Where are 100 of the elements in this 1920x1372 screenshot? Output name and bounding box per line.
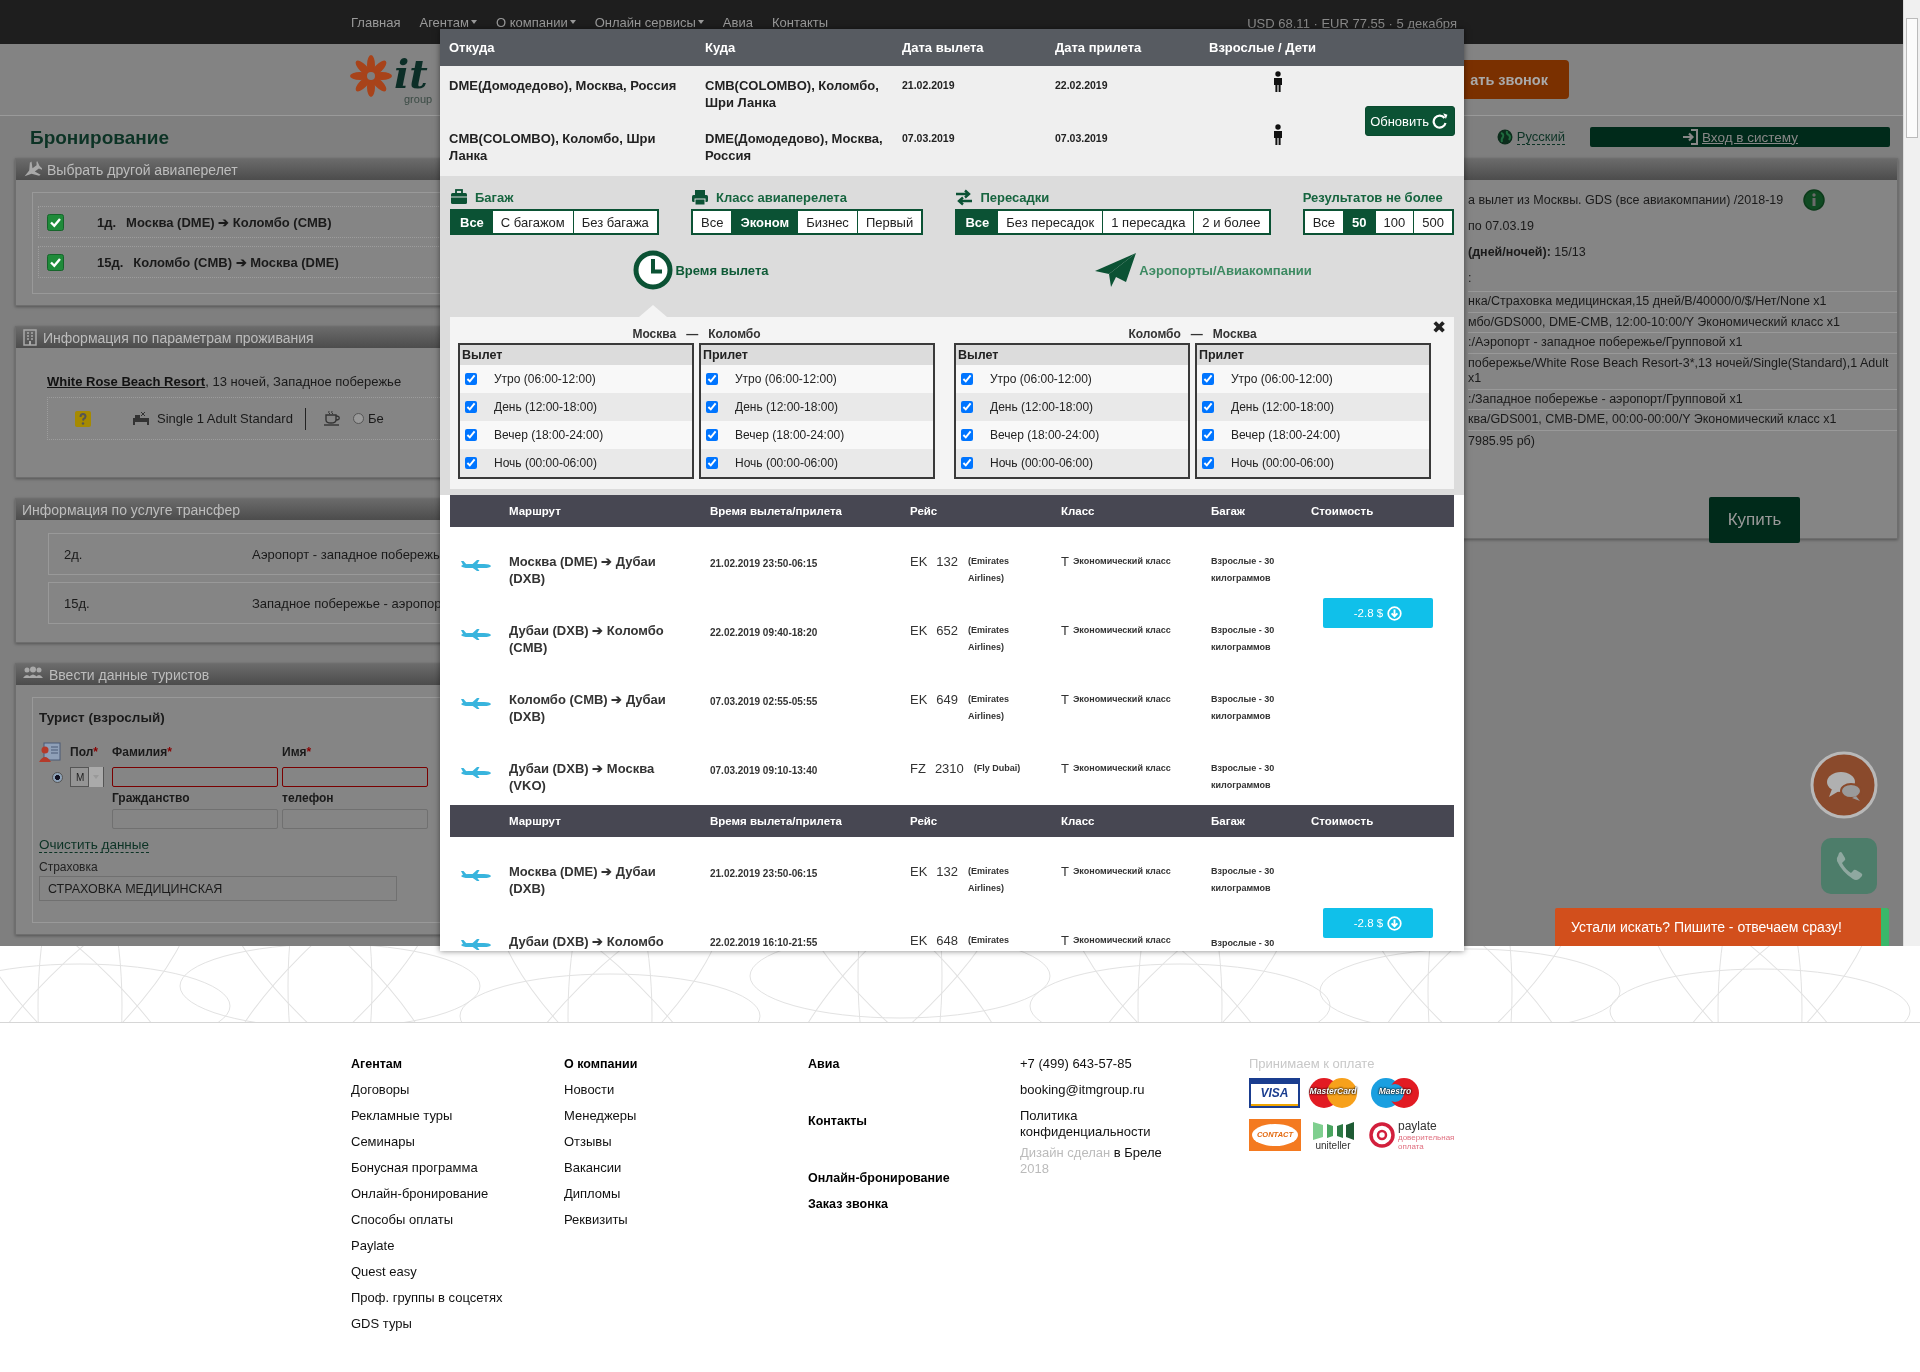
- footer-link[interactable]: Дипломы: [564, 1181, 808, 1207]
- seat-icon: [691, 188, 710, 206]
- footer-link[interactable]: Новости: [564, 1077, 808, 1103]
- flight-row[interactable]: 15д. Коломбо (CMB) ➔ Москва (DME): [38, 246, 441, 278]
- fare-code: T: [1061, 622, 1069, 639]
- carrier-code: EK: [910, 932, 928, 949]
- footer-link[interactable]: Способы оплаты: [351, 1207, 564, 1233]
- footer-link[interactable]: GDS туры: [351, 1311, 564, 1337]
- class-label: Экономический класс: [1072, 762, 1171, 775]
- airplane-icon: [460, 560, 492, 571]
- table-cell-text: 22.02.2019: [1055, 78, 1109, 93]
- scroll-thumb[interactable]: [1906, 18, 1918, 138]
- info-icon[interactable]: [1803, 189, 1826, 211]
- clear-link[interactable]: Очистить данные: [39, 837, 150, 853]
- checkbox[interactable]: [961, 401, 973, 413]
- checkbox[interactable]: [961, 373, 973, 385]
- scrollbar[interactable]: [1903, 0, 1920, 946]
- slot-label: Ночь (00:00-06:00): [494, 456, 597, 470]
- summary-text: по 07.03.19: [1468, 219, 1534, 233]
- email-link[interactable]: booking@itmgroup.ru: [1020, 1077, 1249, 1103]
- carrier-code: EK: [910, 691, 928, 708]
- download-icon: [1387, 915, 1403, 931]
- checkbox[interactable]: [706, 373, 718, 385]
- footer-link[interactable]: Онлайн-бронирование: [351, 1181, 564, 1207]
- footer-link[interactable]: Реквизиты: [564, 1207, 808, 1233]
- checkbox[interactable]: [465, 373, 477, 385]
- footer-link[interactable]: Проф. группы в соцсетях: [351, 1285, 564, 1311]
- checkbox[interactable]: [1202, 457, 1214, 469]
- checkbox[interactable]: [961, 457, 973, 469]
- insurance-field[interactable]: СТРАХОВКА МЕДИЦИНСКАЯ: [39, 876, 397, 901]
- radio-button[interactable]: [52, 771, 63, 783]
- checkbox[interactable]: [465, 401, 477, 413]
- checkbox[interactable]: [706, 457, 718, 469]
- footer-link[interactable]: Отзывы: [564, 1129, 808, 1155]
- day-label: 15д.: [97, 254, 124, 270]
- nav-link[interactable]: Агентам: [419, 14, 477, 30]
- slot-label: Ночь (00:00-06:00): [990, 456, 1093, 470]
- airline-label: (Emirates Airlines): [968, 865, 1011, 895]
- input-field[interactable]: [112, 767, 278, 787]
- person-icon: [1272, 71, 1284, 93]
- gender-select[interactable]: M: [70, 767, 104, 787]
- filter-option[interactable]: 50: [1343, 211, 1375, 233]
- nav-link[interactable]: Контакты: [771, 14, 829, 30]
- login-button[interactable]: Вход в систему: [1590, 127, 1890, 147]
- checkbox[interactable]: [961, 429, 973, 441]
- footer-heading[interactable]: Онлайн-бронирование: [808, 1165, 1020, 1191]
- transfer-arrows-icon: [955, 188, 974, 206]
- summary-text: а вылет из Москвы. GDS (все авиакомпании) /2018-19: [1468, 193, 1784, 207]
- footer-link[interactable]: Paylate: [351, 1233, 564, 1259]
- footer-heading[interactable]: О компании: [564, 1051, 808, 1077]
- checkbox[interactable]: [465, 429, 477, 441]
- buy-button[interactable]: Купить: [1709, 496, 1800, 543]
- time-label: 21.02.2019 23:50-06:15: [710, 558, 818, 569]
- footer-link[interactable]: Вакансии: [564, 1155, 808, 1181]
- footer-heading[interactable]: Авиа: [808, 1051, 1020, 1077]
- checkbox[interactable]: [1202, 429, 1214, 441]
- field-label: Гражданство: [112, 791, 191, 805]
- view-tab[interactable]: Время вылета: [633, 250, 769, 290]
- phone-link[interactable]: +7 (499) 643-57-85: [1020, 1051, 1249, 1077]
- airline-label: (Emirates Airlines): [968, 624, 1011, 654]
- footer-link[interactable]: Бонусная программа: [351, 1155, 564, 1181]
- nav-link[interactable]: Онлайн сервисы: [594, 14, 704, 30]
- filter-option[interactable]: Все: [957, 211, 998, 233]
- policy-link[interactable]: Политика конфиденциальности: [1020, 1108, 1150, 1140]
- footer-link[interactable]: Рекламные туры: [351, 1103, 564, 1129]
- refresh-button[interactable]: Обновить: [1365, 106, 1455, 136]
- checkbox[interactable]: [706, 429, 718, 441]
- checkbox[interactable]: [47, 253, 64, 271]
- footer-link[interactable]: Договоры: [351, 1077, 564, 1103]
- filter-option[interactable]: Эконом: [731, 211, 798, 233]
- logo-text: it: [394, 54, 429, 93]
- flight-row[interactable]: 1д. Москва (DME) ➔ Коломбо (CMB): [38, 206, 441, 238]
- nav-link[interactable]: Авиа: [722, 14, 753, 30]
- footer-heading[interactable]: Агентам: [351, 1051, 564, 1077]
- exchange-rates: USD 68.11 · EUR 77.55 · 5 декабря: [1247, 14, 1457, 31]
- checkbox[interactable]: [465, 457, 477, 469]
- radio-button[interactable]: [352, 413, 364, 424]
- carrier-code: FZ: [910, 760, 926, 777]
- checkbox[interactable]: [47, 213, 64, 231]
- checkbox[interactable]: [1202, 373, 1214, 385]
- checkbox[interactable]: [1202, 401, 1214, 413]
- nav-link[interactable]: О компании: [496, 14, 576, 30]
- meal-label: Бе: [367, 411, 384, 426]
- footer-link[interactable]: Семинары: [351, 1129, 564, 1155]
- flight-number: 132: [936, 863, 959, 880]
- footer-heading[interactable]: Заказ звонка: [808, 1191, 1020, 1217]
- chat-banner[interactable]: Устали искать? Пишите - отвечаем сразу!: [1555, 908, 1889, 946]
- filter-option[interactable]: Все: [452, 211, 492, 233]
- footer-link[interactable]: Quest easy: [351, 1259, 564, 1285]
- input-field[interactable]: [282, 767, 428, 787]
- footer-link[interactable]: Менеджеры: [564, 1103, 808, 1129]
- service-line: :/Западное побережье - аэропорт/Групповой x1: [1468, 388, 1897, 409]
- chat-button[interactable]: [1810, 751, 1878, 819]
- airplane-icon: [460, 767, 492, 778]
- credit-link[interactable]: в Бреле: [1113, 1145, 1162, 1160]
- nav-link[interactable]: Главная: [351, 14, 401, 30]
- panel-title: Информация по услуге трансфер: [22, 501, 241, 518]
- checkbox[interactable]: [706, 401, 718, 413]
- close-button[interactable]: ✖: [1432, 318, 1446, 338]
- footer-heading[interactable]: Контакты: [808, 1108, 1020, 1134]
